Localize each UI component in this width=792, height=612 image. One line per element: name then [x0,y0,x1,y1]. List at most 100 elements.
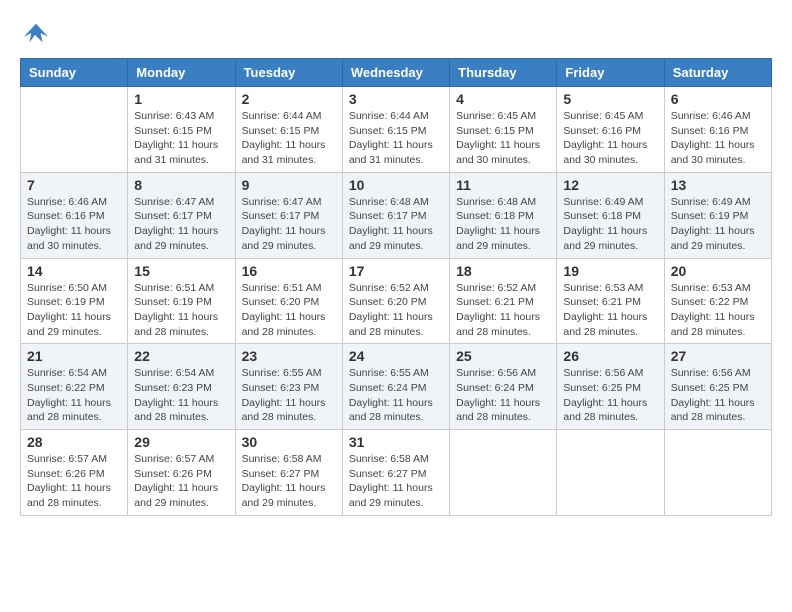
calendar-cell: 2 Sunrise: 6:44 AMSunset: 6:15 PMDaylight… [235,87,342,173]
day-of-week-header: Tuesday [235,59,342,87]
calendar-cell: 15 Sunrise: 6:51 AMSunset: 6:19 PMDayligh… [128,258,235,344]
day-info: Sunrise: 6:58 AMSunset: 6:27 PMDaylight:… [349,452,443,511]
day-info: Sunrise: 6:51 AMSunset: 6:19 PMDaylight:… [134,281,228,340]
day-number: 5 [563,91,657,107]
day-info: Sunrise: 6:54 AMSunset: 6:22 PMDaylight:… [27,366,121,425]
calendar-cell: 30 Sunrise: 6:58 AMSunset: 6:27 PMDayligh… [235,430,342,516]
day-info: Sunrise: 6:54 AMSunset: 6:23 PMDaylight:… [134,366,228,425]
calendar-cell: 13 Sunrise: 6:49 AMSunset: 6:19 PMDayligh… [664,172,771,258]
calendar-week-row: 7 Sunrise: 6:46 AMSunset: 6:16 PMDaylight… [21,172,772,258]
day-of-week-header: Monday [128,59,235,87]
day-number: 31 [349,434,443,450]
day-number: 28 [27,434,121,450]
day-info: Sunrise: 6:44 AMSunset: 6:15 PMDaylight:… [349,109,443,168]
day-info: Sunrise: 6:44 AMSunset: 6:15 PMDaylight:… [242,109,336,168]
day-info: Sunrise: 6:53 AMSunset: 6:21 PMDaylight:… [563,281,657,340]
day-info: Sunrise: 6:43 AMSunset: 6:15 PMDaylight:… [134,109,228,168]
calendar-cell: 1 Sunrise: 6:43 AMSunset: 6:15 PMDaylight… [128,87,235,173]
day-number: 20 [671,263,765,279]
day-info: Sunrise: 6:56 AMSunset: 6:25 PMDaylight:… [563,366,657,425]
calendar-week-row: 1 Sunrise: 6:43 AMSunset: 6:15 PMDaylight… [21,87,772,173]
day-info: Sunrise: 6:57 AMSunset: 6:26 PMDaylight:… [27,452,121,511]
day-info: Sunrise: 6:51 AMSunset: 6:20 PMDaylight:… [242,281,336,340]
day-number: 21 [27,348,121,364]
calendar-cell [21,87,128,173]
day-number: 15 [134,263,228,279]
day-of-week-header: Friday [557,59,664,87]
calendar-cell [664,430,771,516]
day-number: 30 [242,434,336,450]
calendar-cell: 3 Sunrise: 6:44 AMSunset: 6:15 PMDaylight… [342,87,449,173]
calendar-cell: 17 Sunrise: 6:52 AMSunset: 6:20 PMDayligh… [342,258,449,344]
calendar-cell: 22 Sunrise: 6:54 AMSunset: 6:23 PMDayligh… [128,344,235,430]
day-number: 23 [242,348,336,364]
logo-bird-icon [22,20,50,48]
day-number: 27 [671,348,765,364]
day-info: Sunrise: 6:46 AMSunset: 6:16 PMDaylight:… [27,195,121,254]
calendar-cell: 16Sunrise: 6:51 AMSunset: 6:20 PMDayligh… [235,258,342,344]
calendar-cell: 14 Sunrise: 6:50 AMSunset: 6:19 PMDayligh… [21,258,128,344]
calendar-cell: 11 Sunrise: 6:48 AMSunset: 6:18 PMDayligh… [450,172,557,258]
calendar-cell: 6Sunrise: 6:46 AMSunset: 6:16 PMDaylight… [664,87,771,173]
day-info: Sunrise: 6:45 AMSunset: 6:16 PMDaylight:… [563,109,657,168]
calendar-cell: 24Sunrise: 6:55 AMSunset: 6:24 PMDayligh… [342,344,449,430]
day-number: 11 [456,177,550,193]
day-info: Sunrise: 6:48 AMSunset: 6:18 PMDaylight:… [456,195,550,254]
day-number: 22 [134,348,228,364]
day-of-week-header: Saturday [664,59,771,87]
day-info: Sunrise: 6:56 AMSunset: 6:25 PMDaylight:… [671,366,765,425]
calendar-cell: 18 Sunrise: 6:52 AMSunset: 6:21 PMDayligh… [450,258,557,344]
day-info: Sunrise: 6:48 AMSunset: 6:17 PMDaylight:… [349,195,443,254]
day-number: 9 [242,177,336,193]
day-info: Sunrise: 6:47 AMSunset: 6:17 PMDaylight:… [134,195,228,254]
calendar-header-row: SundayMondayTuesdayWednesdayThursdayFrid… [21,59,772,87]
day-info: Sunrise: 6:53 AMSunset: 6:22 PMDaylight:… [671,281,765,340]
day-number: 12 [563,177,657,193]
day-info: Sunrise: 6:49 AMSunset: 6:18 PMDaylight:… [563,195,657,254]
day-number: 18 [456,263,550,279]
day-info: Sunrise: 6:57 AMSunset: 6:26 PMDaylight:… [134,452,228,511]
day-number: 26 [563,348,657,364]
logo [20,20,50,48]
day-info: Sunrise: 6:52 AMSunset: 6:21 PMDaylight:… [456,281,550,340]
day-number: 24 [349,348,443,364]
day-number: 3 [349,91,443,107]
day-number: 29 [134,434,228,450]
calendar-cell: 20 Sunrise: 6:53 AMSunset: 6:22 PMDayligh… [664,258,771,344]
day-info: Sunrise: 6:46 AMSunset: 6:16 PMDaylight:… [671,109,765,168]
day-info: Sunrise: 6:58 AMSunset: 6:27 PMDaylight:… [242,452,336,511]
calendar-cell: 23 Sunrise: 6:55 AMSunset: 6:23 PMDayligh… [235,344,342,430]
day-number: 19 [563,263,657,279]
day-info: Sunrise: 6:55 AMSunset: 6:23 PMDaylight:… [242,366,336,425]
calendar-cell: 26 Sunrise: 6:56 AMSunset: 6:25 PMDayligh… [557,344,664,430]
calendar-cell: 8Sunrise: 6:47 AMSunset: 6:17 PMDaylight… [128,172,235,258]
calendar-week-row: 21 Sunrise: 6:54 AMSunset: 6:22 PMDayligh… [21,344,772,430]
day-info: Sunrise: 6:52 AMSunset: 6:20 PMDaylight:… [349,281,443,340]
day-number: 2 [242,91,336,107]
day-info: Sunrise: 6:50 AMSunset: 6:19 PMDaylight:… [27,281,121,340]
day-number: 1 [134,91,228,107]
day-info: Sunrise: 6:47 AMSunset: 6:17 PMDaylight:… [242,195,336,254]
day-number: 14 [27,263,121,279]
calendar-week-row: 14 Sunrise: 6:50 AMSunset: 6:19 PMDayligh… [21,258,772,344]
calendar-table: SundayMondayTuesdayWednesdayThursdayFrid… [20,58,772,516]
day-number: 13 [671,177,765,193]
calendar-cell: 28 Sunrise: 6:57 AMSunset: 6:26 PMDayligh… [21,430,128,516]
day-number: 10 [349,177,443,193]
day-number: 4 [456,91,550,107]
calendar-cell: 10 Sunrise: 6:48 AMSunset: 6:17 PMDayligh… [342,172,449,258]
calendar-cell: 29 Sunrise: 6:57 AMSunset: 6:26 PMDayligh… [128,430,235,516]
calendar-cell: 4 Sunrise: 6:45 AMSunset: 6:15 PMDaylight… [450,87,557,173]
calendar-cell: 31 Sunrise: 6:58 AMSunset: 6:27 PMDayligh… [342,430,449,516]
day-number: 25 [456,348,550,364]
calendar-cell [450,430,557,516]
calendar-cell: 7 Sunrise: 6:46 AMSunset: 6:16 PMDaylight… [21,172,128,258]
day-number: 17 [349,263,443,279]
day-number: 7 [27,177,121,193]
day-info: Sunrise: 6:49 AMSunset: 6:19 PMDaylight:… [671,195,765,254]
day-info: Sunrise: 6:45 AMSunset: 6:15 PMDaylight:… [456,109,550,168]
calendar-cell: 19 Sunrise: 6:53 AMSunset: 6:21 PMDayligh… [557,258,664,344]
page-header [20,20,772,48]
calendar-cell: 25Sunrise: 6:56 AMSunset: 6:24 PMDayligh… [450,344,557,430]
calendar-cell: 9 Sunrise: 6:47 AMSunset: 6:17 PMDaylight… [235,172,342,258]
